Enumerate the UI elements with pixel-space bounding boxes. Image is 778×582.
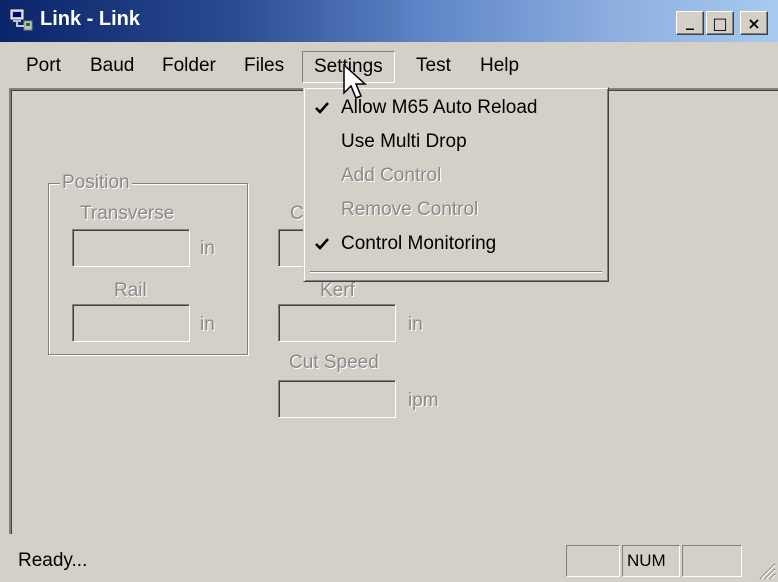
minimize-icon: _ (686, 10, 694, 30)
menu-item-control-monitoring[interactable]: Control Monitoring (304, 228, 608, 262)
cut-speed-field[interactable] (278, 380, 396, 418)
status-panel-1 (566, 545, 620, 577)
resize-grip-icon[interactable] (756, 560, 776, 580)
rail-field[interactable] (72, 304, 190, 342)
menu-files[interactable]: Files (244, 54, 284, 78)
rail-unit: in (200, 314, 215, 335)
transverse-field[interactable] (72, 229, 190, 267)
status-panel-num: NUM (622, 545, 680, 577)
rail-label: Rail (114, 280, 147, 301)
status-bar: Ready... NUM (0, 540, 778, 582)
partial-label-c: C (290, 203, 304, 224)
title-bar[interactable]: Link - Link _ □ × (0, 0, 778, 42)
computer-link-icon (10, 9, 33, 31)
kerf-field[interactable] (278, 304, 396, 342)
window-title: Link - Link (40, 8, 140, 30)
transverse-unit: in (200, 238, 215, 259)
settings-dropdown-menu: Allow M65 Auto Reload Use Multi Drop Add… (303, 87, 609, 282)
menu-baud[interactable]: Baud (90, 54, 134, 78)
checkmark-icon (315, 102, 329, 114)
close-icon: × (747, 13, 761, 33)
menu-item-use-multi-drop[interactable]: Use Multi Drop (304, 126, 608, 160)
menu-test[interactable]: Test (416, 54, 451, 78)
minimize-button[interactable]: _ (676, 11, 704, 35)
maximize-button[interactable]: □ (706, 11, 734, 35)
cut-speed-label: Cut Speed (289, 352, 379, 373)
menu-folder[interactable]: Folder (162, 54, 216, 78)
menu-help[interactable]: Help (480, 54, 519, 78)
position-group-label: Position (60, 172, 132, 194)
transverse-label: Transverse (80, 203, 175, 224)
status-panel-3 (682, 545, 742, 577)
menu-bar: Port Baud Folder Files Settings Test Hel… (0, 46, 778, 86)
menu-separator (310, 271, 602, 273)
menu-item-remove-control[interactable]: Remove Control (304, 194, 608, 228)
maximize-icon: □ (712, 13, 728, 33)
kerf-unit: in (408, 314, 423, 335)
checkmark-icon (315, 238, 329, 250)
mouse-cursor-icon (343, 64, 367, 99)
kerf-label: Kerf (320, 280, 355, 301)
cut-speed-unit: ipm (408, 390, 439, 411)
menu-port[interactable]: Port (26, 54, 61, 78)
status-text: Ready... (18, 550, 88, 571)
menu-item-add-control[interactable]: Add Control (304, 160, 608, 194)
close-button[interactable]: × (740, 11, 768, 35)
